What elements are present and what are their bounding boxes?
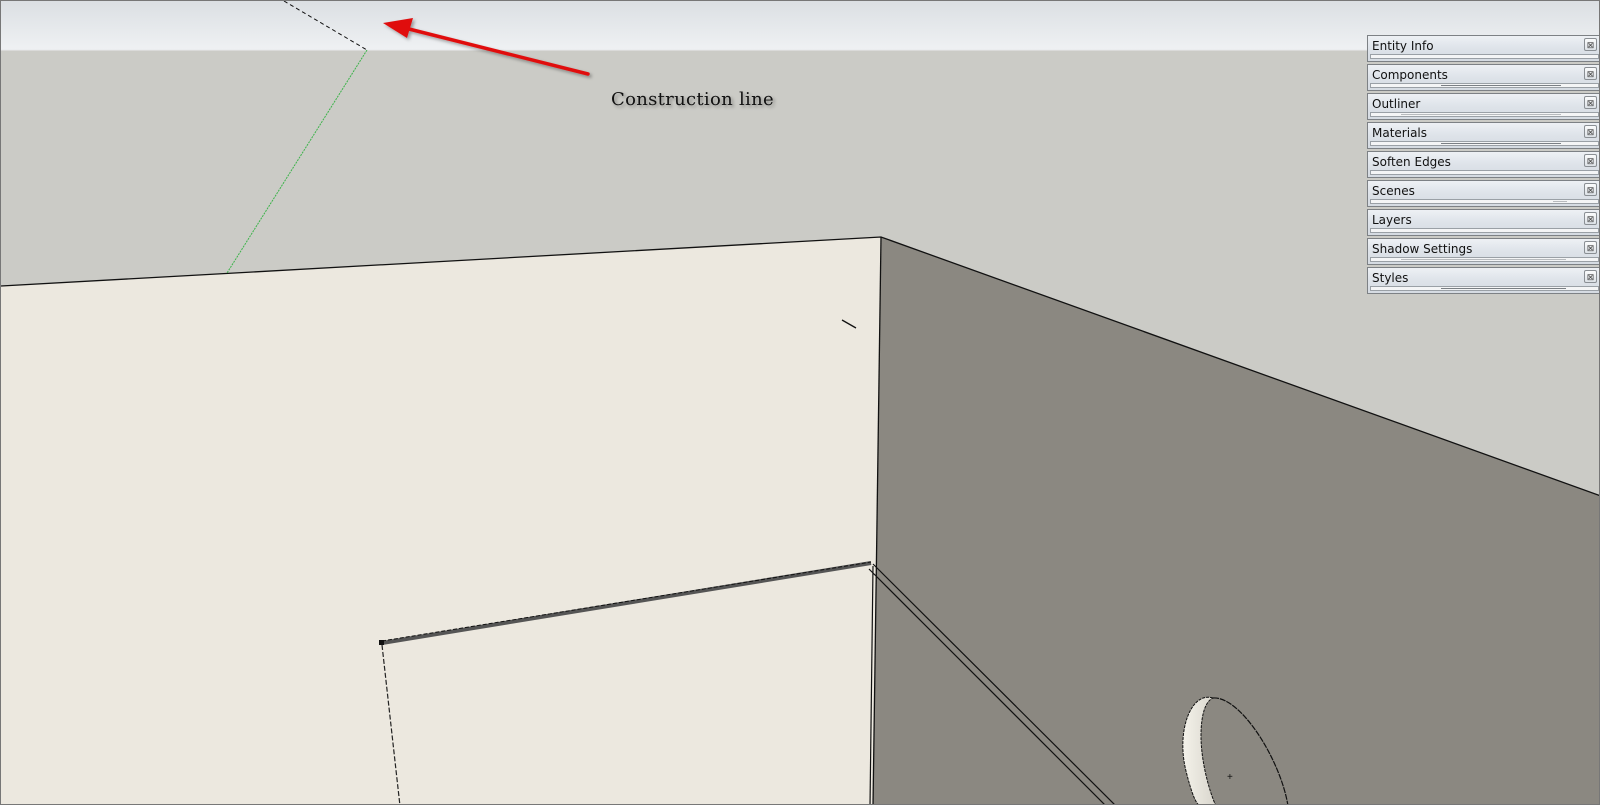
inner-corner-vertex [379, 640, 384, 645]
tray-panel-title: Shadow Settings [1372, 242, 1473, 256]
close-icon[interactable]: ⊠ [1584, 154, 1597, 167]
center-point-marker: + [1227, 772, 1233, 783]
collapsed-panel-bar [1370, 83, 1599, 88]
close-icon[interactable]: ⊠ [1584, 270, 1597, 283]
tray-panel-title: Soften Edges [1372, 155, 1451, 169]
close-icon[interactable]: ⊠ [1584, 241, 1597, 254]
tray-panel-title: Scenes [1372, 184, 1415, 198]
collapsed-panel-bar [1370, 257, 1599, 262]
collapsed-panel-bar [1370, 286, 1599, 291]
close-icon[interactable]: ⊠ [1584, 183, 1597, 196]
modeling-viewport[interactable]: + Construction line Entity Info ⊠ Compon… [0, 0, 1600, 805]
tray-panel-styles[interactable]: Styles ⊠ [1367, 267, 1599, 294]
sky [1, 1, 1599, 50]
bar-fill [1553, 201, 1567, 202]
collapsed-panel-bar [1370, 112, 1599, 117]
bar-fill [1401, 114, 1561, 115]
close-icon[interactable]: ⊠ [1584, 125, 1597, 138]
default-tray: Entity Info ⊠ Components ⊠ Outliner ⊠ Ma… [1367, 35, 1599, 296]
close-icon[interactable]: ⊠ [1584, 96, 1597, 109]
tray-panel-scenes[interactable]: Scenes ⊠ [1367, 180, 1599, 207]
tray-panel-title: Materials [1372, 126, 1428, 140]
bar-fill [1441, 288, 1566, 289]
tray-panel-title: Styles [1372, 271, 1409, 285]
tray-panel-materials[interactable]: Materials ⊠ [1367, 122, 1599, 149]
bar-fill [1441, 143, 1561, 144]
close-icon[interactable]: ⊠ [1584, 212, 1597, 225]
tray-panel-outliner[interactable]: Outliner ⊠ [1367, 93, 1599, 120]
close-icon[interactable]: ⊠ [1584, 67, 1597, 80]
tray-panel-title: Entity Info [1372, 39, 1434, 53]
close-icon[interactable]: ⊠ [1584, 38, 1597, 51]
3d-scene[interactable]: + [1, 1, 1600, 805]
annotation-label: Construction line [611, 89, 774, 110]
tray-panel-components[interactable]: Components ⊠ [1367, 64, 1599, 91]
tray-panel-entity-info[interactable]: Entity Info ⊠ [1367, 35, 1599, 62]
tray-panel-layers[interactable]: Layers ⊠ [1367, 209, 1599, 236]
collapsed-panel-bar [1370, 141, 1599, 146]
bar-fill [1401, 259, 1566, 260]
collapsed-panel-bar [1370, 170, 1599, 175]
collapsed-panel-bar [1370, 199, 1599, 204]
tray-panel-title: Components [1372, 68, 1448, 82]
collapsed-panel-bar [1370, 228, 1599, 233]
tray-panel-shadow-settings[interactable]: Shadow Settings ⊠ [1367, 238, 1599, 265]
tray-panel-title: Outliner [1372, 97, 1421, 111]
collapsed-panel-bar [1370, 54, 1599, 59]
tray-panel-title: Layers [1372, 213, 1412, 227]
tray-panel-soften-edges[interactable]: Soften Edges ⊠ [1367, 151, 1599, 178]
bar-fill [1441, 85, 1561, 86]
